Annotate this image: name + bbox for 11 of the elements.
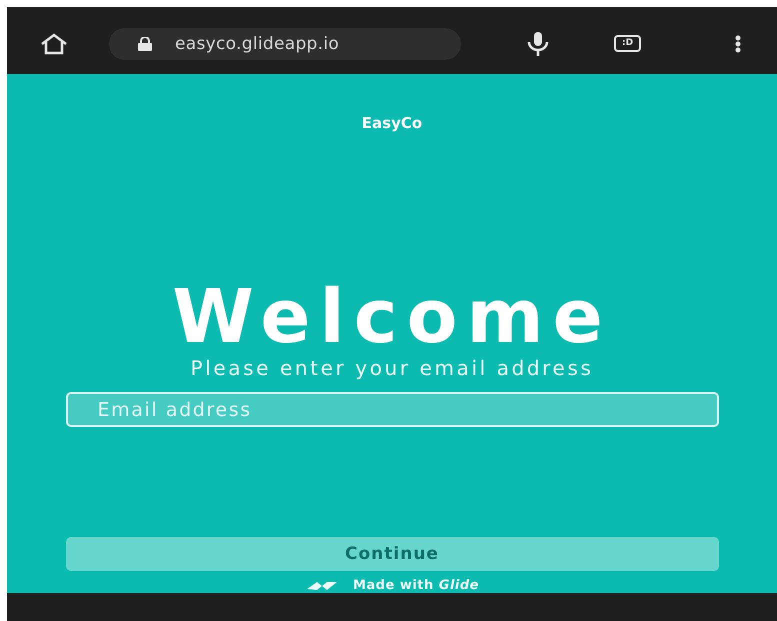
microphone-icon[interactable]: [526, 30, 550, 57]
address-bar[interactable]: easyco.glideapp.io: [109, 28, 461, 60]
lock-icon: [137, 36, 153, 51]
url-text: easyco.glideapp.io: [175, 34, 340, 54]
tab-switcher-button[interactable]: :D: [614, 35, 642, 52]
app-title: EasyCo: [362, 114, 422, 132]
subtitle-text: Please enter your email address: [190, 356, 594, 380]
email-field[interactable]: Email address: [66, 392, 718, 428]
menu-icon[interactable]: [735, 34, 742, 53]
welcome-heading: Welcome: [172, 280, 612, 354]
home-icon[interactable]: [39, 32, 69, 55]
